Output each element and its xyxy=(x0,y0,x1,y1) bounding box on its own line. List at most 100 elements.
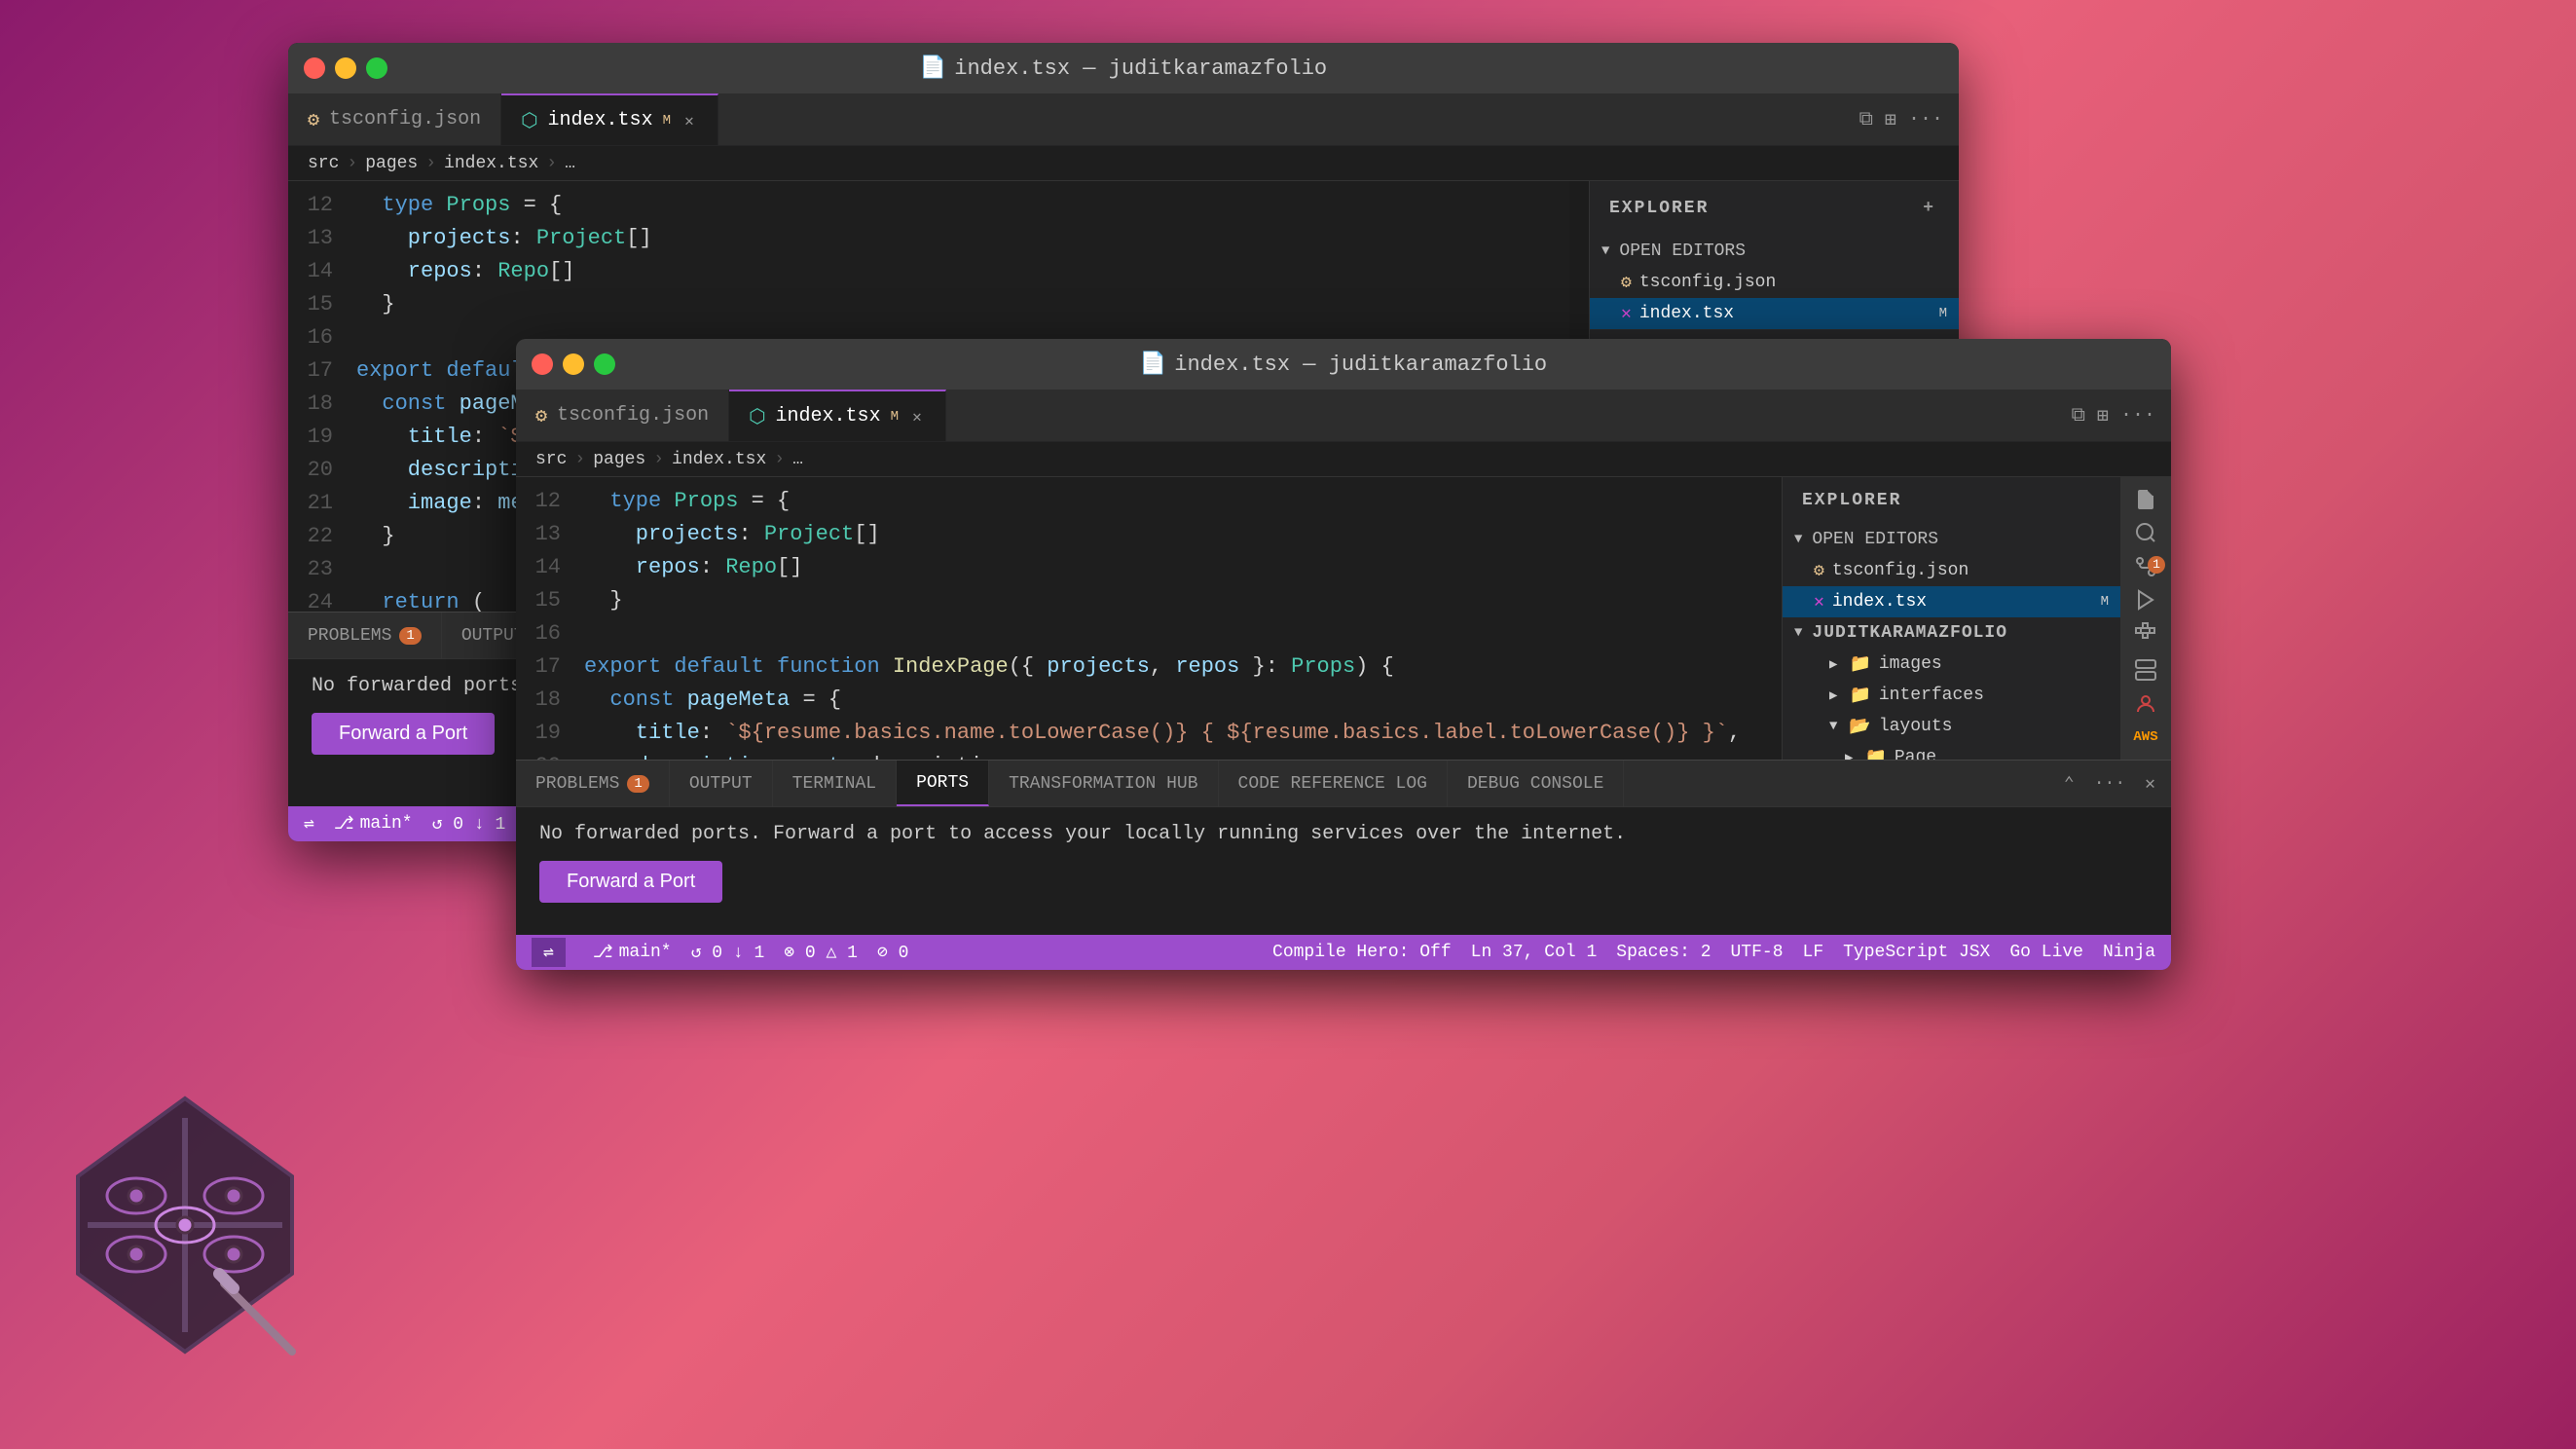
layout-button[interactable]: ⊞ xyxy=(1885,107,1896,132)
panel-tab-problems[interactable]: PROBLEMS 1 xyxy=(288,613,442,658)
status-branch-2[interactable]: ⎇ main* xyxy=(593,942,672,963)
oe-index-2[interactable]: ✕ index.tsx M xyxy=(1783,586,2120,617)
more-actions-button-2[interactable]: ··· xyxy=(2120,404,2155,427)
panel-tab-transformation-2[interactable]: TRANSFORMATION HUB xyxy=(989,761,1218,806)
layout-button-2[interactable]: ⊞ xyxy=(2097,403,2109,428)
panel-expand-button-2[interactable]: ⌃ xyxy=(2060,769,2079,799)
open-editors-arrow xyxy=(1601,243,1609,259)
aws-icon-2[interactable]: AWS xyxy=(2122,723,2169,752)
forward-port-button[interactable]: Forward a Port xyxy=(312,713,495,755)
tsx-icon: ⬡ xyxy=(521,108,537,133)
sidebar-title-main: EXPLORER + xyxy=(1590,181,1959,236)
modified-marker: M xyxy=(1939,306,1947,321)
status-errors-2[interactable]: ⊗ 0 △ 1 xyxy=(784,942,858,963)
status-spaces-2[interactable]: Spaces: 2 xyxy=(1616,943,1711,962)
folder-icon: 📁 xyxy=(1849,685,1870,706)
search-icon-2[interactable] xyxy=(2122,518,2169,547)
oe-arrow-2 xyxy=(1794,532,1802,547)
activity-bar-second: 1 AWS xyxy=(2120,477,2171,760)
split-editor-button[interactable]: ⧉ xyxy=(1859,108,1873,131)
status-eol-2[interactable]: LF xyxy=(1803,943,1824,962)
oe-tsconfig-2[interactable]: ⚙ tsconfig.json xyxy=(1783,555,2120,586)
breadcrumb-file: index.tsx xyxy=(444,154,538,173)
panel-more-button-2[interactable]: ··· xyxy=(2090,770,2129,798)
code-line-13: 13 projects: Project[] xyxy=(288,222,1589,255)
status-bar-second: ⇌ ⎇ main* ↺ 0 ↓ 1 ⊗ 0 △ 1 ⊘ 0 Compile He… xyxy=(516,935,2171,970)
code-line-s12: 12 type Props = { xyxy=(516,485,1782,518)
proj-arrow-2 xyxy=(1794,625,1802,641)
close-button-2[interactable] xyxy=(532,353,553,375)
status-ninja-2[interactable]: Ninja xyxy=(2103,943,2155,962)
open-editors-header-2[interactable]: OPEN EDITORS xyxy=(1783,524,2120,555)
close-tab-button[interactable]: ✕ xyxy=(681,112,698,130)
remote-icon-2[interactable] xyxy=(2122,655,2169,685)
breadcrumb-src: src xyxy=(308,154,339,173)
status-remote[interactable]: ⇌ xyxy=(304,813,314,835)
panel-tab-code-ref-2[interactable]: CODE REFERENCE LOG xyxy=(1219,761,1448,806)
status-remote-2[interactable]: ⇌ xyxy=(532,938,566,967)
status-branch[interactable]: ⎇ main* xyxy=(334,813,413,835)
tab-index-main[interactable]: ⬡ index.tsx M ✕ xyxy=(501,93,718,145)
tab-label-3: index.tsx xyxy=(776,405,881,427)
close-button[interactable] xyxy=(304,57,325,79)
tab-tsconfig-second[interactable]: ⚙ tsconfig.json xyxy=(516,390,729,441)
new-file-button[interactable]: + xyxy=(1919,195,1939,222)
close-icon-2: ✕ xyxy=(1814,591,1824,613)
tab-index-second[interactable]: ⬡ index.tsx M ✕ xyxy=(729,390,946,441)
code-editor-second[interactable]: 12 type Props = { 13 projects: Project[]… xyxy=(516,477,1782,760)
open-editor-index[interactable]: ✕ index.tsx M xyxy=(1590,298,1959,329)
panel-tab-ports-2[interactable]: PORTS xyxy=(897,761,989,806)
tab-label-2: tsconfig.json xyxy=(557,404,709,427)
files-icon-2[interactable] xyxy=(2122,485,2169,514)
close-tab-button-2[interactable]: ✕ xyxy=(908,408,926,426)
folder-icon: 📁 xyxy=(1849,653,1870,675)
maximize-button-2[interactable] xyxy=(594,353,615,375)
run-icon-2[interactable] xyxy=(2122,585,2169,614)
more-actions-button[interactable]: ··· xyxy=(1908,108,1943,130)
status-language-2[interactable]: TypeScript JSX xyxy=(1843,943,1990,962)
extensions-icon-2[interactable] xyxy=(2122,618,2169,648)
panel-tab-output-2[interactable]: OUTPUT xyxy=(670,761,773,806)
file-label: tsconfig.json xyxy=(1639,273,1776,292)
git-branch-icon: ⎇ xyxy=(593,942,613,963)
code-line-s14: 14 repos: Repo[] xyxy=(516,551,1782,584)
tab-tsconfig-main[interactable]: ⚙ tsconfig.json xyxy=(288,93,501,145)
status-go-live-2[interactable]: Go Live xyxy=(2009,943,2083,962)
panel-tab-terminal-2[interactable]: TERMINAL xyxy=(773,761,897,806)
panel-close-button-2[interactable]: ✕ xyxy=(2141,769,2159,799)
tsx-file-icon: ✕ xyxy=(1621,303,1632,324)
panel-tab-debug-2[interactable]: DEBUG CONSOLE xyxy=(1448,761,1624,806)
tree-images-2[interactable]: 📁 images xyxy=(1783,649,2120,680)
status-sync-2[interactable]: ↺ 0 ↓ 1 xyxy=(691,942,765,963)
forward-port-button-2[interactable]: Forward a Port xyxy=(539,861,722,903)
status-compile-2[interactable]: Compile Hero: Off xyxy=(1272,943,1452,962)
open-editor-tsconfig[interactable]: ⚙ tsconfig.json xyxy=(1590,267,1959,298)
code-lines-second: 12 type Props = { 13 projects: Project[]… xyxy=(516,477,1782,760)
minimize-button[interactable] xyxy=(335,57,356,79)
title-bar-main: 📄 index.tsx — juditkaramazfolio xyxy=(288,43,1959,93)
split-editor-button-2[interactable]: ⧉ xyxy=(2072,404,2085,427)
project-header-2[interactable]: JUDITKARAMAZFOLIO xyxy=(1783,617,2120,649)
tree-page-2[interactable]: 📁 Page xyxy=(1783,742,2120,760)
code-line-12: 12 type Props = { xyxy=(288,189,1589,222)
minimize-button-2[interactable] xyxy=(563,353,584,375)
open-editors-header[interactable]: OPEN EDITORS xyxy=(1590,236,1959,267)
status-encoding-2[interactable]: UTF-8 xyxy=(1731,943,1784,962)
tree-layouts-2[interactable]: 📂 layouts xyxy=(1783,711,2120,742)
maximize-button[interactable] xyxy=(366,57,387,79)
breadcrumb-main: src › pages › index.tsx › … xyxy=(288,146,1959,181)
panel-tab-problems-2[interactable]: PROBLEMS 1 xyxy=(516,761,670,806)
file-icon: 📄 xyxy=(920,56,946,81)
tree-interfaces-2[interactable]: 📁 interfaces xyxy=(1783,680,2120,711)
git-icon-2[interactable]: 1 xyxy=(2122,552,2169,581)
git-icon: ⎇ xyxy=(334,813,354,835)
panel-tabs-second: PROBLEMS 1 OUTPUT TERMINAL PORTS TRANSFO… xyxy=(516,761,2171,807)
breadcrumb-pages-2: pages xyxy=(593,450,645,469)
code-line-s17: 17 export default function IndexPage({ p… xyxy=(516,650,1782,684)
status-warnings-2[interactable]: ⊘ 0 xyxy=(877,942,908,963)
status-cursor-2[interactable]: Ln 37, Col 1 xyxy=(1471,943,1598,962)
account-icon-2[interactable] xyxy=(2122,689,2169,719)
breadcrumb-src-2: src xyxy=(535,450,567,469)
status-sync[interactable]: ↺ 0 ↓ 1 xyxy=(432,813,506,835)
title-bar-second: 📄 index.tsx — juditkaramazfolio xyxy=(516,339,2171,390)
